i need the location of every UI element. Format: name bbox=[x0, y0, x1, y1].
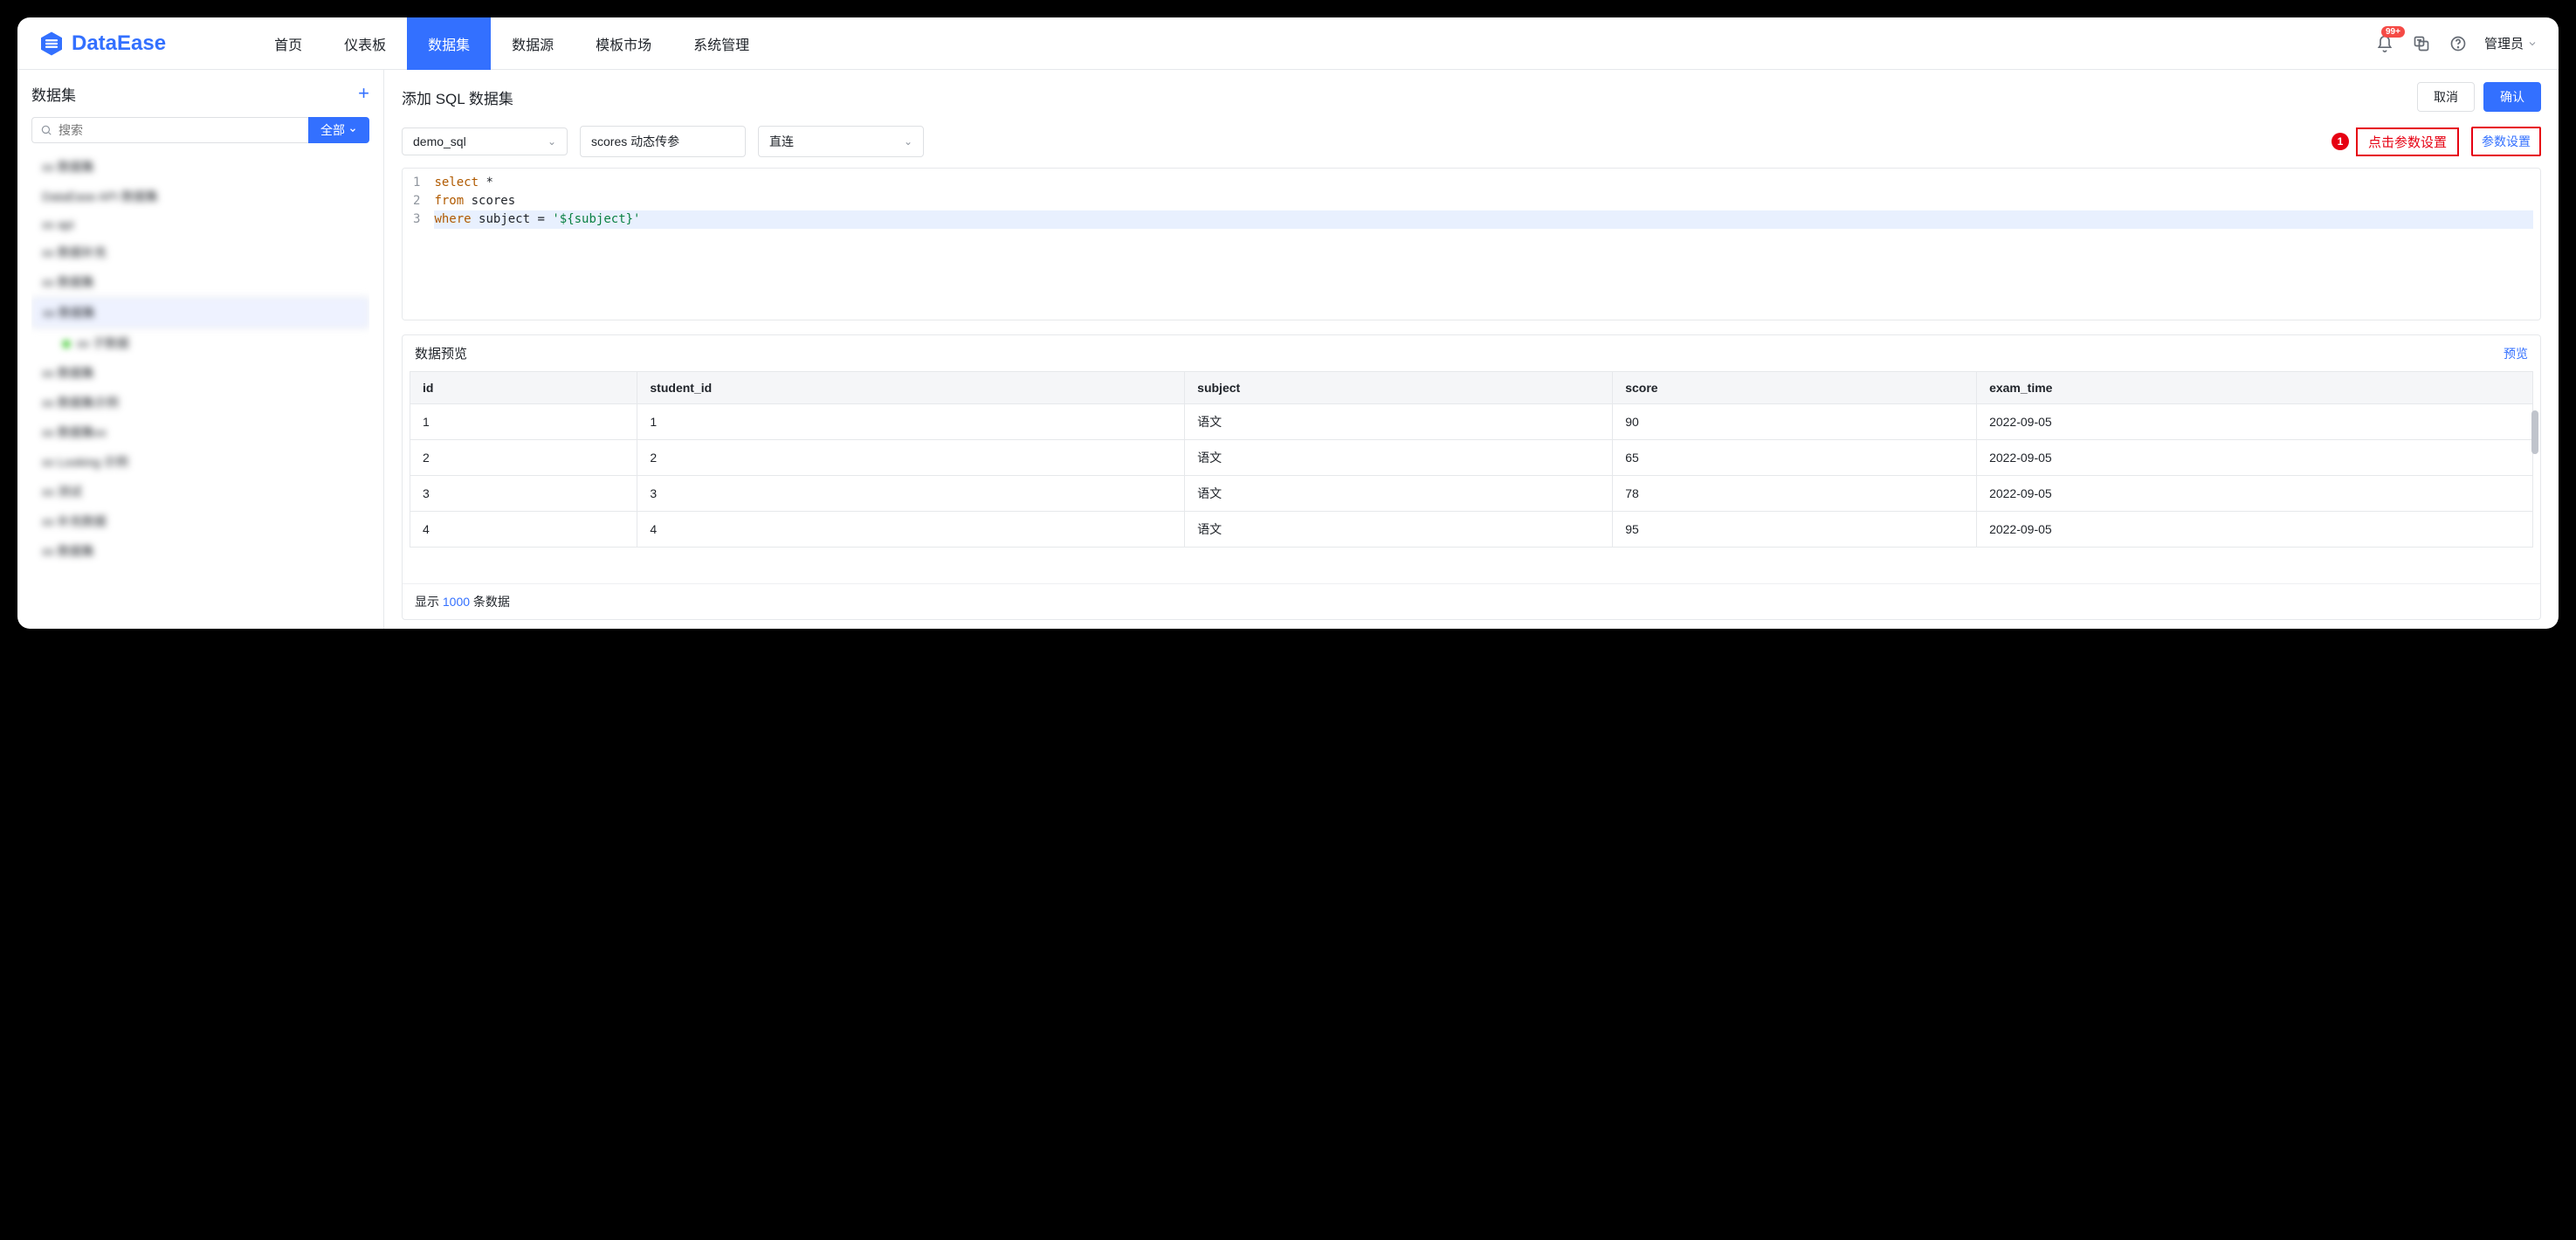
user-menu[interactable]: 管理员 bbox=[2484, 34, 2538, 52]
sidebar-title: 数据集 bbox=[31, 83, 76, 105]
annotation: 1 点击参数设置 bbox=[2331, 127, 2459, 156]
table-row: 22语文652022-09-05 bbox=[410, 440, 2533, 476]
tree-item[interactable]: xx 数据集 bbox=[31, 358, 369, 388]
nav-item[interactable]: 首页 bbox=[253, 17, 323, 70]
code-line: from scores bbox=[434, 192, 2533, 210]
nav-item[interactable]: 数据源 bbox=[491, 17, 575, 70]
annotation-text: 点击参数设置 bbox=[2356, 127, 2459, 156]
column-header[interactable]: exam_time bbox=[1977, 372, 2533, 404]
code-area[interactable]: select *from scoreswhere subject = '${su… bbox=[427, 169, 2540, 320]
topbar-right: 99+ 管理员 bbox=[2374, 33, 2538, 54]
nav-item[interactable]: 系统管理 bbox=[672, 17, 770, 70]
sidebar: 数据集 + 全部 xx 数据集DataEase API 数据集xx apixx … bbox=[17, 70, 384, 629]
preview-table: idstudent_idsubjectscoreexam_time 11语文90… bbox=[410, 371, 2533, 548]
column-header[interactable]: id bbox=[410, 372, 637, 404]
chevron-down-icon: ⌄ bbox=[904, 135, 913, 148]
footer-suffix: 条数据 bbox=[470, 595, 510, 609]
nav-item[interactable]: 模板市场 bbox=[575, 17, 672, 70]
sql-editor[interactable]: 123 select *from scoreswhere subject = '… bbox=[402, 168, 2541, 320]
dataset-tree: xx 数据集DataEase API 数据集xx apixx 数据补充xx 数据… bbox=[31, 152, 369, 617]
param-settings-button[interactable]: 参数设置 bbox=[2471, 127, 2541, 156]
column-header[interactable]: subject bbox=[1185, 372, 1613, 404]
table-row: 11语文902022-09-05 bbox=[410, 404, 2533, 440]
mode-value: 直连 bbox=[769, 133, 794, 150]
table-row: 44语文952022-09-05 bbox=[410, 512, 2533, 548]
main-header: 添加 SQL 数据集 取消 确认 bbox=[402, 82, 2541, 112]
logo[interactable]: DataEase bbox=[38, 31, 166, 57]
tree-item[interactable]: DataEase API 数据集 bbox=[31, 182, 369, 211]
datasource-select[interactable]: demo_sql ⌄ bbox=[402, 127, 568, 155]
sidebar-header: 数据集 + bbox=[31, 82, 369, 105]
preview-footer: 显示 1000 条数据 bbox=[403, 583, 2540, 619]
tree-item[interactable]: xx 数据集示例 bbox=[31, 388, 369, 417]
preview-header: 数据预览 预览 bbox=[403, 335, 2540, 371]
search-input[interactable] bbox=[31, 117, 308, 143]
cancel-button[interactable]: 取消 bbox=[2417, 82, 2475, 112]
tree-item[interactable]: xx 补充数据 bbox=[31, 506, 369, 536]
scrollbar-thumb[interactable] bbox=[2531, 410, 2538, 454]
header-buttons: 取消 确认 bbox=[2417, 82, 2541, 112]
preview-title: 数据预览 bbox=[415, 344, 467, 362]
main: 添加 SQL 数据集 取消 确认 demo_sql ⌄ scores 动态传参 … bbox=[384, 70, 2559, 629]
code-line: select * bbox=[434, 174, 2533, 192]
tree-item[interactable]: xx 数据集 bbox=[31, 152, 369, 182]
tree-item[interactable]: xx api bbox=[31, 211, 369, 238]
notification-badge: 99+ bbox=[2381, 26, 2405, 38]
table-wrapper[interactable]: idstudent_idsubjectscoreexam_time 11语文90… bbox=[403, 371, 2540, 583]
mode-select[interactable]: 直连 ⌄ bbox=[758, 126, 924, 157]
tree-item[interactable]: xx 数据补充 bbox=[31, 238, 369, 267]
topbar: DataEase 首页仪表板数据集数据源模板市场系统管理 99+ 管理员 bbox=[17, 17, 2559, 70]
nav: 首页仪表板数据集数据源模板市场系统管理 bbox=[253, 17, 770, 70]
user-name: 管理员 bbox=[2484, 34, 2524, 52]
translate-icon[interactable] bbox=[2411, 33, 2432, 54]
nav-item[interactable]: 仪表板 bbox=[323, 17, 407, 70]
code-line: where subject = '${subject}' bbox=[434, 210, 2533, 229]
notification-icon[interactable]: 99+ bbox=[2374, 33, 2395, 54]
tree-item[interactable]: xx 数据集xx bbox=[31, 417, 369, 447]
chevron-down-icon: ⌄ bbox=[548, 135, 556, 148]
footer-count: 1000 bbox=[443, 595, 470, 609]
tree-item[interactable]: xx Looking 示例 bbox=[31, 447, 369, 477]
dataset-name-value: scores 动态传参 bbox=[591, 133, 679, 150]
filter-button[interactable]: 全部 bbox=[308, 117, 369, 143]
brand-text: DataEase bbox=[72, 31, 166, 56]
logo-icon bbox=[38, 31, 65, 57]
add-dataset-button[interactable]: + bbox=[358, 82, 369, 105]
tree-item[interactable]: xx 数据集 bbox=[31, 267, 369, 297]
data-preview-panel: 数据预览 预览 idstudent_idsubjectscoreexam_tim… bbox=[402, 334, 2541, 620]
app-window: DataEase 首页仪表板数据集数据源模板市场系统管理 99+ 管理员 数据集 bbox=[17, 17, 2559, 629]
help-icon[interactable] bbox=[2448, 33, 2469, 54]
page-title: 添加 SQL 数据集 bbox=[402, 86, 513, 108]
tree-item[interactable]: xx 测试 bbox=[31, 477, 369, 506]
line-gutter: 123 bbox=[403, 169, 427, 320]
body: 数据集 + 全部 xx 数据集DataEase API 数据集xx apixx … bbox=[17, 70, 2559, 629]
nav-item[interactable]: 数据集 bbox=[407, 17, 491, 70]
column-header[interactable]: score bbox=[1613, 372, 1977, 404]
config-row: demo_sql ⌄ scores 动态传参 直连 ⌄ 1 点击参数设置 参数设… bbox=[402, 126, 2541, 157]
tree-item[interactable]: xx 子数据 bbox=[31, 328, 369, 358]
chevron-down-icon bbox=[348, 126, 357, 134]
table-row: 33语文782022-09-05 bbox=[410, 476, 2533, 512]
dataset-name-input[interactable]: scores 动态传参 bbox=[580, 126, 746, 157]
annotation-number: 1 bbox=[2331, 133, 2349, 150]
filter-label: 全部 bbox=[320, 121, 345, 139]
tree-item[interactable]: xx 数据集 bbox=[31, 297, 369, 328]
tree-item[interactable]: xx 数据集 bbox=[31, 536, 369, 566]
column-header[interactable]: student_id bbox=[637, 372, 1185, 404]
datasource-value: demo_sql bbox=[413, 134, 466, 148]
footer-prefix: 显示 bbox=[415, 595, 443, 609]
chevron-down-icon bbox=[2527, 38, 2538, 49]
sidebar-search-row: 全部 bbox=[31, 117, 369, 143]
preview-button[interactable]: 预览 bbox=[2504, 345, 2528, 362]
confirm-button[interactable]: 确认 bbox=[2483, 82, 2541, 112]
